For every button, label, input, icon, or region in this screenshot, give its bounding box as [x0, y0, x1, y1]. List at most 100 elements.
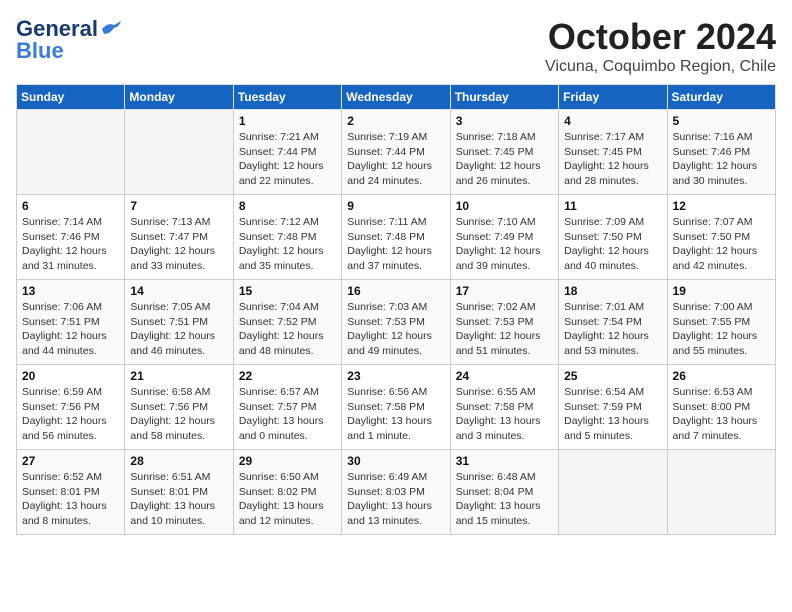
day-info-line: Daylight: 12 hours and 35 minutes. [239, 244, 336, 273]
day-info-line: Sunset: 7:50 PM [564, 230, 661, 245]
calendar-cell [125, 110, 233, 195]
day-info-line: Sunset: 7:58 PM [347, 400, 444, 415]
day-info-line: Sunset: 7:50 PM [673, 230, 770, 245]
day-info-line: Sunset: 7:55 PM [673, 315, 770, 330]
day-info-line: Sunrise: 7:13 AM [130, 215, 227, 230]
calendar-cell: 14Sunrise: 7:05 AMSunset: 7:51 PMDayligh… [125, 280, 233, 365]
day-info-line: Sunrise: 7:16 AM [673, 130, 770, 145]
calendar-cell: 8Sunrise: 7:12 AMSunset: 7:48 PMDaylight… [233, 195, 341, 280]
calendar-cell: 17Sunrise: 7:02 AMSunset: 7:53 PMDayligh… [450, 280, 558, 365]
day-number: 12 [673, 199, 770, 213]
day-info-line: Sunset: 8:03 PM [347, 485, 444, 500]
calendar-cell: 7Sunrise: 7:13 AMSunset: 7:47 PMDaylight… [125, 195, 233, 280]
day-number: 30 [347, 454, 444, 468]
col-thursday: Thursday [450, 85, 558, 110]
calendar-week-2: 6Sunrise: 7:14 AMSunset: 7:46 PMDaylight… [17, 195, 776, 280]
day-info-line: Sunset: 7:48 PM [239, 230, 336, 245]
day-info-line: Daylight: 12 hours and 53 minutes. [564, 329, 661, 358]
calendar-cell: 11Sunrise: 7:09 AMSunset: 7:50 PMDayligh… [559, 195, 667, 280]
day-info-line: Sunrise: 7:01 AM [564, 300, 661, 315]
calendar-cell: 27Sunrise: 6:52 AMSunset: 8:01 PMDayligh… [17, 450, 125, 535]
calendar-cell: 22Sunrise: 6:57 AMSunset: 7:57 PMDayligh… [233, 365, 341, 450]
calendar-cell: 29Sunrise: 6:50 AMSunset: 8:02 PMDayligh… [233, 450, 341, 535]
calendar-week-5: 27Sunrise: 6:52 AMSunset: 8:01 PMDayligh… [17, 450, 776, 535]
day-info-line: Sunset: 7:44 PM [239, 145, 336, 160]
day-info-line: Sunset: 7:49 PM [456, 230, 553, 245]
calendar-body: 1Sunrise: 7:21 AMSunset: 7:44 PMDaylight… [17, 110, 776, 535]
col-saturday: Saturday [667, 85, 775, 110]
day-info-line: Sunset: 8:01 PM [130, 485, 227, 500]
day-info-line: Sunset: 7:47 PM [130, 230, 227, 245]
day-number: 10 [456, 199, 553, 213]
logo-bird-icon [100, 20, 122, 38]
day-info-line: Sunrise: 6:58 AM [130, 385, 227, 400]
day-info-line: Sunrise: 7:00 AM [673, 300, 770, 315]
day-number: 19 [673, 284, 770, 298]
day-info-line: Sunrise: 6:53 AM [673, 385, 770, 400]
calendar-cell: 2Sunrise: 7:19 AMSunset: 7:44 PMDaylight… [342, 110, 450, 195]
calendar-cell: 4Sunrise: 7:17 AMSunset: 7:45 PMDaylight… [559, 110, 667, 195]
col-sunday: Sunday [17, 85, 125, 110]
col-monday: Monday [125, 85, 233, 110]
calendar-header: Sunday Monday Tuesday Wednesday Thursday… [17, 85, 776, 110]
day-info-line: Daylight: 12 hours and 37 minutes. [347, 244, 444, 273]
calendar-cell: 16Sunrise: 7:03 AMSunset: 7:53 PMDayligh… [342, 280, 450, 365]
day-info-line: Sunrise: 7:10 AM [456, 215, 553, 230]
day-info-line: Sunset: 8:00 PM [673, 400, 770, 415]
calendar-cell: 23Sunrise: 6:56 AMSunset: 7:58 PMDayligh… [342, 365, 450, 450]
calendar-cell [17, 110, 125, 195]
day-info-line: Sunset: 7:56 PM [130, 400, 227, 415]
calendar-cell: 10Sunrise: 7:10 AMSunset: 7:49 PMDayligh… [450, 195, 558, 280]
day-info-line: Sunset: 7:46 PM [673, 145, 770, 160]
day-info-line: Sunset: 7:48 PM [347, 230, 444, 245]
day-number: 21 [130, 369, 227, 383]
calendar-cell: 15Sunrise: 7:04 AMSunset: 7:52 PMDayligh… [233, 280, 341, 365]
calendar-cell: 19Sunrise: 7:00 AMSunset: 7:55 PMDayligh… [667, 280, 775, 365]
calendar-cell: 21Sunrise: 6:58 AMSunset: 7:56 PMDayligh… [125, 365, 233, 450]
day-number: 27 [22, 454, 119, 468]
day-number: 15 [239, 284, 336, 298]
day-info-line: Daylight: 13 hours and 0 minutes. [239, 414, 336, 443]
col-friday: Friday [559, 85, 667, 110]
day-info-line: Sunrise: 7:14 AM [22, 215, 119, 230]
day-number: 23 [347, 369, 444, 383]
month-title: October 2024 [545, 16, 776, 58]
day-number: 31 [456, 454, 553, 468]
day-info-line: Sunset: 7:51 PM [130, 315, 227, 330]
calendar-cell: 3Sunrise: 7:18 AMSunset: 7:45 PMDaylight… [450, 110, 558, 195]
day-number: 25 [564, 369, 661, 383]
calendar-cell: 26Sunrise: 6:53 AMSunset: 8:00 PMDayligh… [667, 365, 775, 450]
day-info-line: Daylight: 12 hours and 46 minutes. [130, 329, 227, 358]
day-info-line: Sunset: 7:45 PM [456, 145, 553, 160]
day-number: 20 [22, 369, 119, 383]
day-number: 14 [130, 284, 227, 298]
day-info-line: Sunset: 8:04 PM [456, 485, 553, 500]
day-info-line: Sunset: 7:45 PM [564, 145, 661, 160]
day-info-line: Sunset: 8:02 PM [239, 485, 336, 500]
day-number: 16 [347, 284, 444, 298]
day-info-line: Sunset: 7:56 PM [22, 400, 119, 415]
day-info-line: Daylight: 13 hours and 5 minutes. [564, 414, 661, 443]
calendar-cell: 31Sunrise: 6:48 AMSunset: 8:04 PMDayligh… [450, 450, 558, 535]
day-info-line: Sunset: 7:59 PM [564, 400, 661, 415]
day-number: 4 [564, 114, 661, 128]
day-info-line: Daylight: 12 hours and 26 minutes. [456, 159, 553, 188]
logo-blue: Blue [16, 38, 64, 64]
calendar-cell: 13Sunrise: 7:06 AMSunset: 7:51 PMDayligh… [17, 280, 125, 365]
day-info-line: Sunset: 8:01 PM [22, 485, 119, 500]
day-info-line: Sunset: 7:53 PM [456, 315, 553, 330]
col-wednesday: Wednesday [342, 85, 450, 110]
day-info-line: Sunrise: 6:59 AM [22, 385, 119, 400]
day-info-line: Sunrise: 7:12 AM [239, 215, 336, 230]
calendar-cell: 1Sunrise: 7:21 AMSunset: 7:44 PMDaylight… [233, 110, 341, 195]
day-info-line: Sunrise: 7:07 AM [673, 215, 770, 230]
day-info-line: Daylight: 12 hours and 22 minutes. [239, 159, 336, 188]
day-number: 13 [22, 284, 119, 298]
page-header: General Blue October 2024 Vicuna, Coquim… [16, 16, 776, 76]
calendar-cell: 25Sunrise: 6:54 AMSunset: 7:59 PMDayligh… [559, 365, 667, 450]
logo: General Blue [16, 16, 122, 64]
day-number: 22 [239, 369, 336, 383]
day-info-line: Daylight: 12 hours and 56 minutes. [22, 414, 119, 443]
day-info-line: Sunrise: 6:48 AM [456, 470, 553, 485]
day-info-line: Sunrise: 7:03 AM [347, 300, 444, 315]
